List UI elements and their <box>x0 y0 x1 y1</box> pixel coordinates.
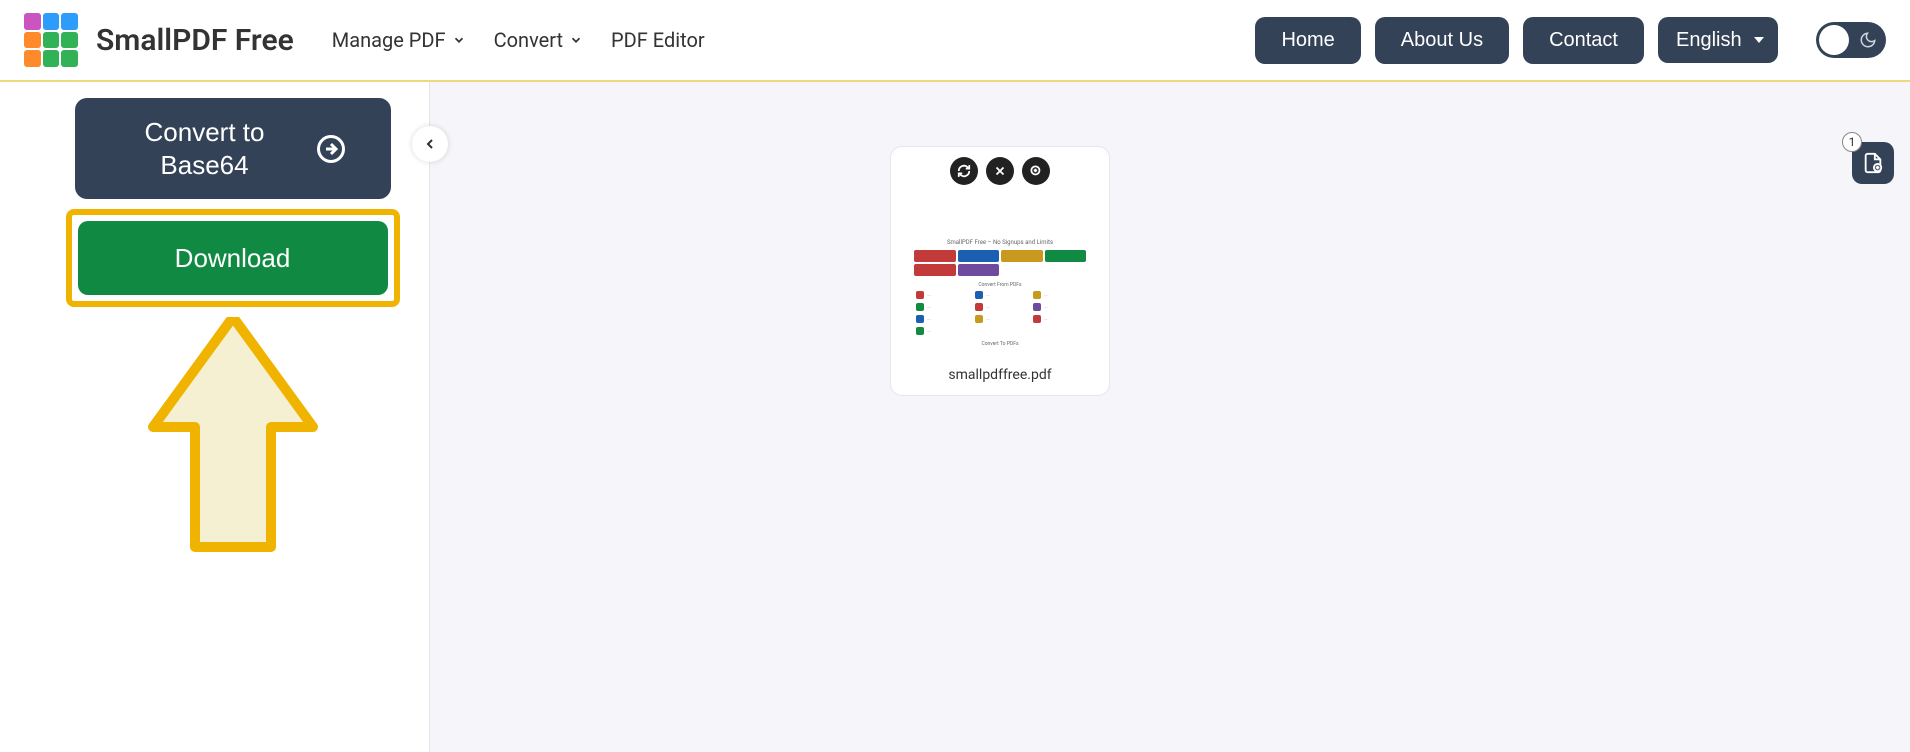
thumb-title: SmallPDF Free – No Signups and Limits <box>908 239 1092 246</box>
header-right: Home About Us Contact English <box>1255 17 1886 64</box>
remove-button[interactable] <box>986 157 1014 185</box>
menu-pdf-editor[interactable]: PDF Editor <box>611 28 705 52</box>
toggle-knob <box>1819 25 1849 55</box>
chevron-down-icon <box>452 33 466 47</box>
theme-toggle[interactable] <box>1816 22 1886 58</box>
arrow-up-annotation-icon <box>143 317 323 553</box>
file-controls <box>891 147 1109 191</box>
menu-manage-pdf[interactable]: Manage PDF <box>332 28 466 52</box>
thumb-section1: Convert From PDFs <box>908 282 1092 288</box>
add-file-button[interactable]: 1 <box>1852 142 1894 184</box>
rotate-icon <box>957 164 971 178</box>
sidebar: Convert to Base64 Download <box>0 82 430 752</box>
language-select-wrap: English <box>1658 17 1778 63</box>
download-button[interactable]: Download <box>78 221 388 295</box>
file-add-icon <box>1862 152 1884 174</box>
logo-icon <box>24 13 78 67</box>
brand-title: SmallPDF Free <box>96 23 294 58</box>
moon-icon <box>1859 31 1877 49</box>
rotate-button[interactable] <box>950 157 978 185</box>
header: SmallPDF Free Manage PDF Convert PDF Edi… <box>0 0 1910 82</box>
download-highlight: Download <box>66 209 400 307</box>
file-thumbnail: SmallPDF Free – No Signups and Limits Co… <box>908 195 1092 357</box>
file-count-badge: 1 <box>1842 132 1862 152</box>
workspace: SmallPDF Free – No Signups and Limits Co… <box>430 82 1910 752</box>
thumb-section2: Convert To PDFs <box>908 341 1092 347</box>
nav-contact[interactable]: Contact <box>1523 17 1644 64</box>
menu-convert-label: Convert <box>494 28 563 52</box>
thumb-grid: ············ ············ ············ ·… <box>908 291 1092 335</box>
menu-convert[interactable]: Convert <box>494 28 583 52</box>
chevron-left-icon <box>422 136 438 152</box>
thumb-tiles <box>908 250 1092 276</box>
convert-button-label: Convert to Base64 <box>120 116 290 181</box>
main-menu: Manage PDF Convert PDF Editor <box>332 28 705 52</box>
arrow-right-circle-icon <box>316 134 346 164</box>
zoom-button[interactable] <box>1022 157 1050 185</box>
close-icon <box>993 164 1007 178</box>
convert-button[interactable]: Convert to Base64 <box>75 98 391 199</box>
file-card: SmallPDF Free – No Signups and Limits Co… <box>890 146 1110 396</box>
main: Convert to Base64 Download <box>0 82 1910 752</box>
zoom-in-icon <box>1029 164 1043 178</box>
language-select[interactable]: English <box>1658 17 1778 63</box>
collapse-sidebar-button[interactable] <box>412 126 448 162</box>
chevron-down-icon <box>569 33 583 47</box>
nav-about[interactable]: About Us <box>1375 17 1509 64</box>
menu-editor-label: PDF Editor <box>611 28 705 52</box>
menu-manage-label: Manage PDF <box>332 28 446 52</box>
nav-home[interactable]: Home <box>1255 17 1360 64</box>
file-name: smallpdffree.pdf <box>891 367 1109 383</box>
